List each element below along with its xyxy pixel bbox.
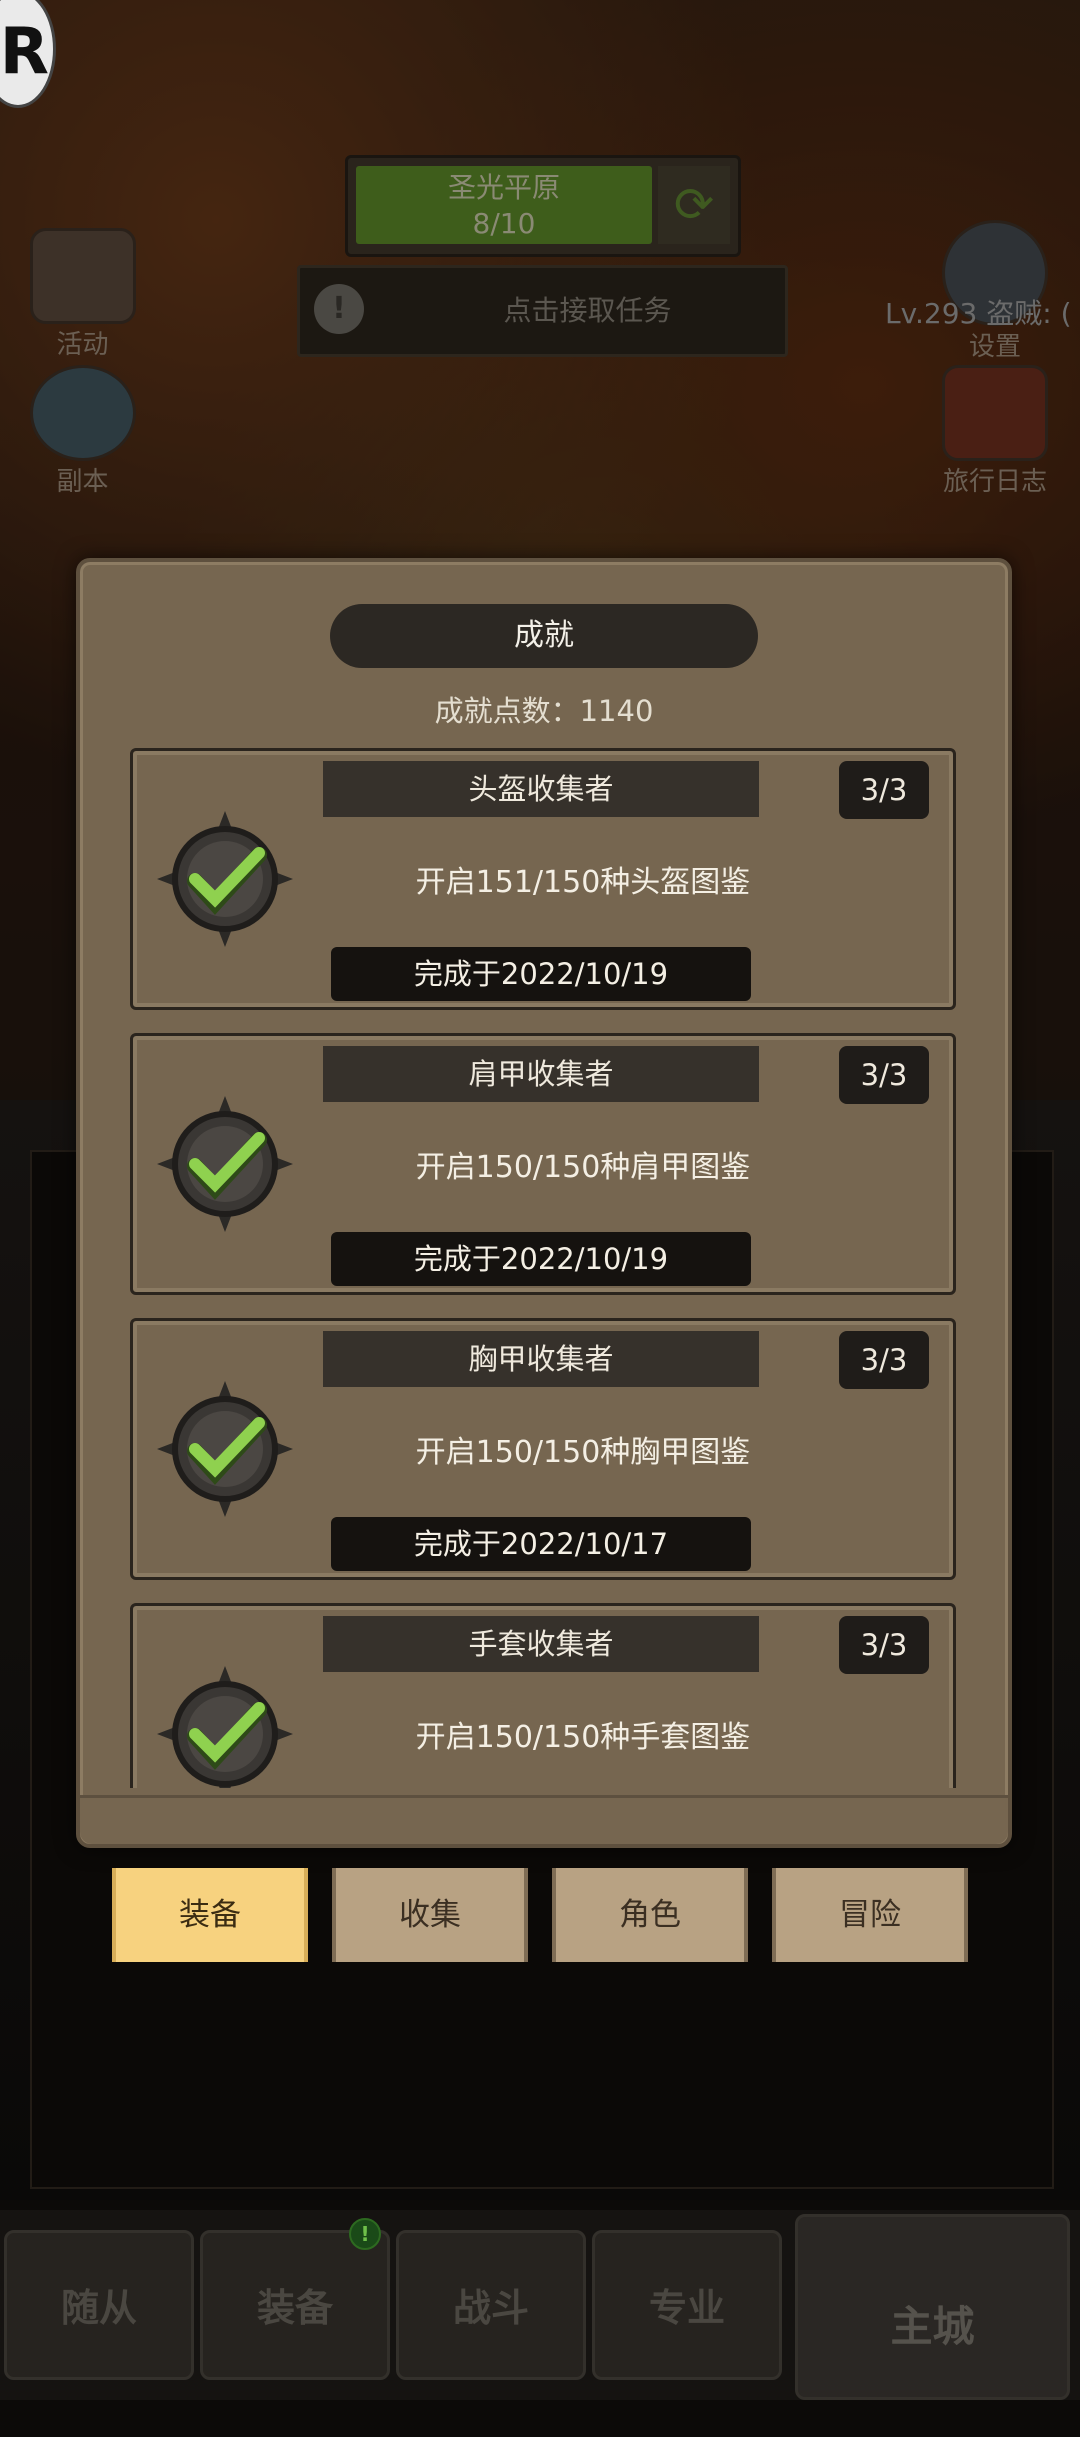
modal-title: 成就 — [330, 604, 758, 668]
achievement-name: 胸甲收集者 — [323, 1331, 759, 1387]
modal-bottom-edge — [80, 1795, 1008, 1844]
achievement-name: 肩甲收集者 — [323, 1046, 759, 1102]
nav-followers[interactable]: 随从 — [4, 2230, 194, 2380]
achievement-card[interactable]: 头盔收集者 3/3 开启151/150种头盔图鉴 完成于2022/10/19 — [130, 748, 956, 1010]
completed-check-badge-icon — [157, 811, 293, 947]
quest-bar[interactable]: ! 点击接取任务 — [297, 265, 788, 357]
activity-label: 活动 — [56, 330, 109, 360]
achievement-name: 头盔收集者 — [323, 761, 759, 817]
completed-check-badge-icon — [157, 1381, 293, 1517]
tab-equipment[interactable]: 装备 — [112, 1868, 308, 1962]
quest-text: 点击接取任务 — [503, 294, 672, 327]
player-level-text: Lv.293 盗贼: ( — [885, 297, 1072, 330]
achievement-card[interactable]: 胸甲收集者 3/3 开启150/150种胸甲图鉴 完成于2022/10/17 — [130, 1318, 956, 1580]
achievement-count: 3/3 — [839, 1046, 929, 1104]
achievement-card[interactable]: 肩甲收集者 3/3 开启150/150种肩甲图鉴 完成于2022/10/19 — [130, 1033, 956, 1295]
nav-battle[interactable]: 战斗 — [396, 2230, 586, 2380]
alert-icon: ! — [314, 284, 364, 334]
book-icon — [942, 365, 1048, 461]
achievement-description: 开启150/150种肩甲图鉴 — [415, 1150, 751, 1185]
achievement-list[interactable]: 头盔收集者 3/3 开启151/150种头盔图鉴 完成于2022/10/19 肩… — [130, 748, 958, 1788]
refresh-icon[interactable]: ⟳ — [658, 166, 730, 244]
achievement-date: 完成于2022/10/17 — [331, 1517, 751, 1571]
journal-label: 旅行日志 — [942, 467, 1047, 497]
completed-check-badge-icon — [157, 1666, 293, 1788]
dungeon-label: 副本 — [56, 467, 109, 497]
portal-icon — [29, 365, 136, 461]
achievement-description: 开启151/150种头盔图鉴 — [415, 865, 751, 900]
sub-tab-bar: 装备 收集 角色 冒险 — [112, 1868, 972, 1964]
tab-adventure[interactable]: 冒险 — [772, 1868, 968, 1962]
stage-chip[interactable]: 圣光平原 8/10 ⟳ — [345, 155, 741, 257]
achievement-modal: 成就 成就点数：1140 头盔收集者 3/3 开启151/150种头盔图鉴 完成… — [76, 558, 1012, 1848]
nav-main-city[interactable]: 主城 — [795, 2214, 1070, 2400]
stage-name-box: 圣光平原 8/10 — [356, 166, 652, 244]
tab-collection[interactable]: 收集 — [332, 1868, 528, 1962]
dungeon-button[interactable]: 副本 — [15, 365, 150, 498]
nav-equipment[interactable]: 装备 — [200, 2230, 390, 2380]
achievement-description: 开启150/150种手套图鉴 — [415, 1720, 751, 1755]
points-label: 成就点数： — [434, 694, 580, 728]
achievement-name: 手套收集者 — [323, 1616, 759, 1672]
achievement-card[interactable]: 手套收集者 3/3 开启150/150种手套图鉴 — [130, 1603, 956, 1788]
bottom-navigation: 随从 装备 ! 战斗 专业 主城 — [0, 2210, 1080, 2400]
achievement-description: 开启150/150种胸甲图鉴 — [415, 1435, 751, 1470]
notification-badge-icon: ! — [349, 2218, 381, 2250]
achievement-count: 3/3 — [839, 761, 929, 819]
nav-profession[interactable]: 专业 — [592, 2230, 782, 2380]
achievement-count: 3/3 — [839, 1616, 929, 1674]
scroll-icon — [29, 228, 136, 324]
achievement-count: 3/3 — [839, 1331, 929, 1389]
stage-name: 圣光平原 — [447, 171, 560, 204]
travel-journal-button[interactable]: 旅行日志 — [920, 365, 1070, 498]
achievement-date: 完成于2022/10/19 — [331, 947, 751, 1001]
tab-character[interactable]: 角色 — [552, 1868, 748, 1962]
stage-progress: 8/10 — [472, 207, 536, 240]
activity-button[interactable]: 活动 — [15, 228, 150, 361]
achievement-points: 成就点数：1140 — [80, 688, 1008, 730]
achievement-date: 完成于2022/10/19 — [331, 1232, 751, 1286]
completed-check-badge-icon — [157, 1096, 293, 1232]
points-value: 1140 — [579, 694, 654, 728]
